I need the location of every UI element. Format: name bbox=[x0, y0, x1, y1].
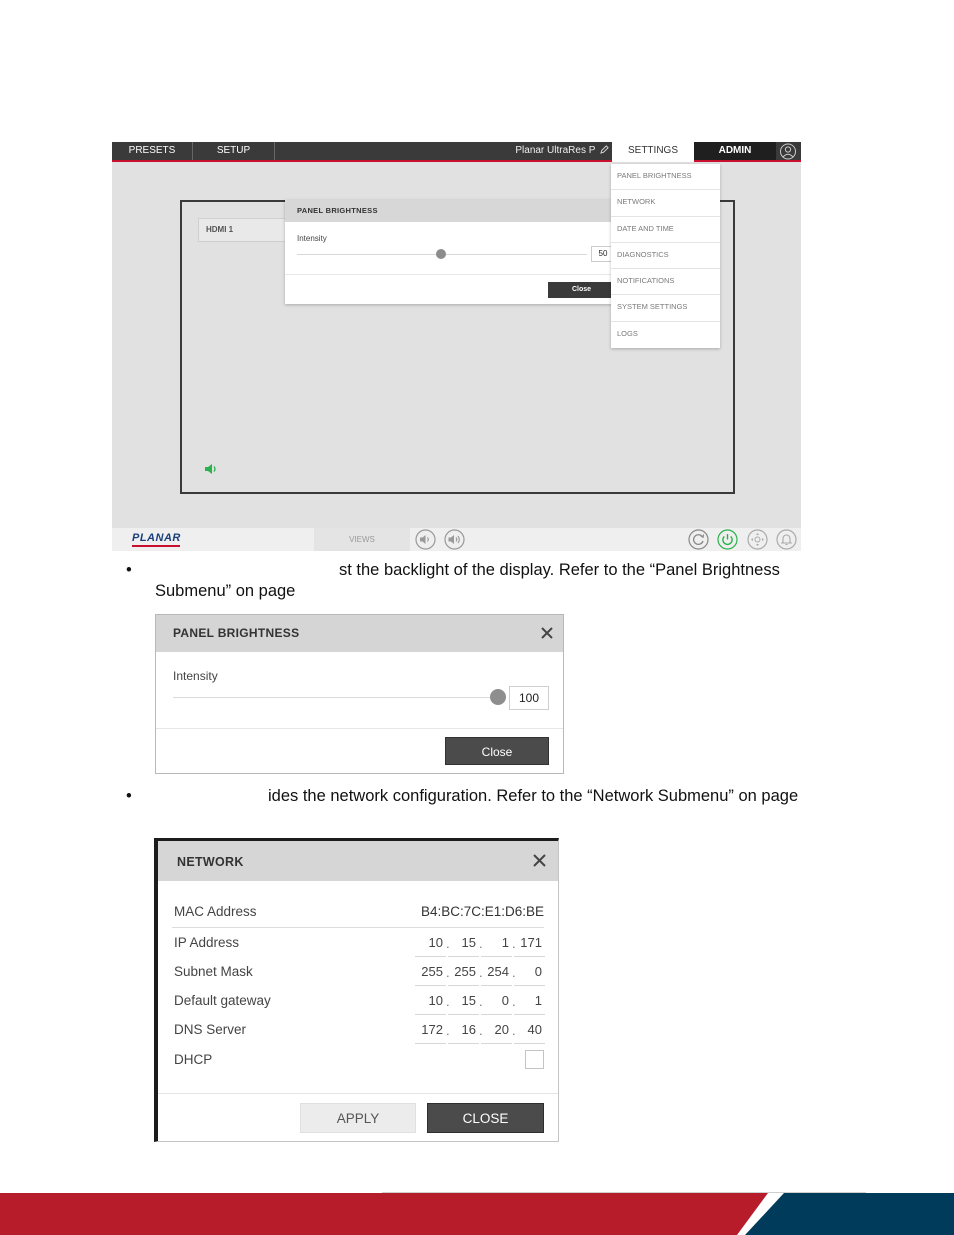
body-text-line: st the backlight of the display. Refer t… bbox=[339, 561, 780, 579]
intensity-slider-handle[interactable] bbox=[490, 689, 506, 705]
close-button[interactable]: CLOSE bbox=[427, 1103, 544, 1133]
settings-dropdown-menu: PANEL BRIGHTNESS NETWORK DATE AND TIME D… bbox=[611, 164, 720, 348]
ip-octet-1[interactable]: 10 bbox=[415, 932, 446, 957]
dhcp-checkbox[interactable] bbox=[525, 1050, 544, 1069]
ip-octet-3[interactable]: 1 bbox=[481, 932, 512, 957]
ip-octet-4[interactable]: 171 bbox=[514, 932, 545, 957]
gateway-octet-1[interactable]: 10 bbox=[415, 990, 446, 1015]
octet-separator: . bbox=[479, 965, 483, 980]
octet-separator: . bbox=[479, 1023, 483, 1038]
user-icon[interactable] bbox=[778, 143, 798, 160]
default-gateway-label: Default gateway bbox=[174, 993, 271, 1008]
subnet-mask-label: Subnet Mask bbox=[174, 964, 253, 979]
dns-octet-1[interactable]: 172 bbox=[415, 1019, 446, 1044]
subnet-octet-4[interactable]: 0 bbox=[514, 961, 545, 986]
bottom-toolbar: PLANAR VIEWS bbox=[112, 528, 801, 551]
dns-octet-2[interactable]: 16 bbox=[448, 1019, 479, 1044]
mac-address-label: MAC Address bbox=[174, 904, 257, 919]
panel-brightness-dialog-large: PANEL BRIGHTNESS Intensity 100 Close bbox=[155, 614, 564, 774]
navigation-pad-icon[interactable] bbox=[747, 529, 768, 550]
octet-separator: . bbox=[512, 994, 516, 1009]
close-icon[interactable] bbox=[539, 625, 555, 641]
dhcp-label: DHCP bbox=[174, 1052, 213, 1067]
octet-separator: . bbox=[479, 936, 483, 951]
network-dialog: NETWORK MAC Address B4:BC:7C:E1:D6:BE IP… bbox=[154, 838, 559, 1142]
divider bbox=[156, 728, 563, 729]
intensity-slider-handle[interactable] bbox=[436, 249, 446, 259]
mac-address-value: B4:BC:7C:E1:D6:BE bbox=[420, 904, 544, 919]
notification-bell-icon[interactable] bbox=[776, 529, 797, 550]
logo-underline bbox=[132, 545, 180, 547]
volume-down-icon[interactable] bbox=[415, 529, 436, 550]
dialog-title: PANEL BRIGHTNESS bbox=[285, 200, 615, 222]
menu-item-notifications[interactable]: NOTIFICATIONS bbox=[611, 269, 720, 296]
footer-band bbox=[0, 1192, 954, 1235]
subnet-octet-1[interactable]: 255 bbox=[415, 961, 446, 986]
intensity-label: Intensity bbox=[173, 669, 218, 683]
subnet-octet-2[interactable]: 255 bbox=[448, 961, 479, 986]
intensity-value-input[interactable]: 100 bbox=[509, 686, 549, 710]
dns-server-label: DNS Server bbox=[174, 1022, 247, 1037]
dialog-title: NETWORK bbox=[158, 841, 558, 881]
input-tile-hdmi[interactable]: HDMI 1 bbox=[198, 218, 288, 242]
power-icon[interactable] bbox=[717, 529, 738, 550]
divider bbox=[158, 1093, 558, 1094]
apply-button[interactable]: APPLY bbox=[300, 1103, 416, 1133]
menu-item-panel-brightness[interactable]: PANEL BRIGHTNESS bbox=[611, 164, 720, 191]
octet-separator: . bbox=[479, 994, 483, 1009]
settings-tab[interactable]: SETTINGS bbox=[612, 142, 694, 162]
ui-screenshot: PRESETS SETUP Planar UltraRes P SETTINGS… bbox=[112, 142, 801, 551]
menu-item-logs[interactable]: LOGS bbox=[611, 322, 720, 348]
views-button[interactable]: VIEWS bbox=[314, 528, 410, 551]
gateway-octet-4[interactable]: 1 bbox=[514, 990, 545, 1015]
setup-tab[interactable]: SETUP bbox=[193, 142, 275, 160]
close-icon[interactable] bbox=[532, 853, 547, 868]
octet-separator: . bbox=[512, 965, 516, 980]
octet-separator: . bbox=[446, 965, 450, 980]
dns-octet-4[interactable]: 40 bbox=[514, 1019, 545, 1044]
top-navigation-bar: PRESETS SETUP Planar UltraRes P SETTINGS… bbox=[112, 142, 801, 162]
bullet-mark: • bbox=[126, 561, 132, 579]
octet-separator: . bbox=[512, 936, 516, 951]
menu-item-date-and-time[interactable]: DATE AND TIME bbox=[611, 217, 720, 243]
body-text-line: ides the network configuration. Refer to… bbox=[268, 787, 799, 805]
presets-tab[interactable]: PRESETS bbox=[112, 142, 193, 160]
ip-address-label: IP Address bbox=[174, 935, 240, 950]
close-button[interactable]: Close bbox=[445, 737, 549, 765]
octet-separator: . bbox=[446, 1023, 450, 1038]
octet-separator: . bbox=[446, 936, 450, 951]
admin-tab[interactable]: ADMIN bbox=[694, 142, 776, 160]
octet-separator: . bbox=[512, 1023, 516, 1038]
speaker-icon[interactable] bbox=[204, 462, 218, 476]
close-button[interactable]: Close bbox=[548, 282, 615, 298]
intensity-slider-track[interactable] bbox=[173, 697, 497, 698]
panel-brightness-dialog: PANEL BRIGHTNESS Intensity 50 Close bbox=[285, 200, 615, 304]
planar-logo: PLANAR bbox=[132, 532, 181, 544]
menu-item-diagnostics[interactable]: DIAGNOSTICS bbox=[611, 243, 720, 270]
device-name[interactable]: Planar UltraRes P bbox=[515, 142, 609, 160]
menu-item-network[interactable]: NETWORK bbox=[611, 190, 720, 217]
dns-octet-3[interactable]: 20 bbox=[481, 1019, 512, 1044]
gateway-octet-2[interactable]: 15 bbox=[448, 990, 479, 1015]
divider bbox=[172, 927, 544, 928]
bullet-mark: • bbox=[126, 787, 132, 805]
refresh-icon[interactable] bbox=[688, 529, 709, 550]
ip-octet-2[interactable]: 15 bbox=[448, 932, 479, 957]
intensity-label: Intensity bbox=[297, 234, 327, 243]
device-name-text: Planar UltraRes P bbox=[515, 145, 596, 156]
volume-up-icon[interactable] bbox=[444, 529, 465, 550]
dialog-title: PANEL BRIGHTNESS bbox=[156, 615, 563, 652]
body-text-line: Submenu” on page bbox=[155, 582, 296, 600]
divider bbox=[285, 274, 615, 275]
edit-pencil-icon[interactable] bbox=[600, 145, 609, 154]
octet-separator: . bbox=[446, 994, 450, 1009]
gateway-octet-3[interactable]: 0 bbox=[481, 990, 512, 1015]
subnet-octet-3[interactable]: 254 bbox=[481, 961, 512, 986]
menu-item-system-settings[interactable]: SYSTEM SETTINGS bbox=[611, 295, 720, 322]
